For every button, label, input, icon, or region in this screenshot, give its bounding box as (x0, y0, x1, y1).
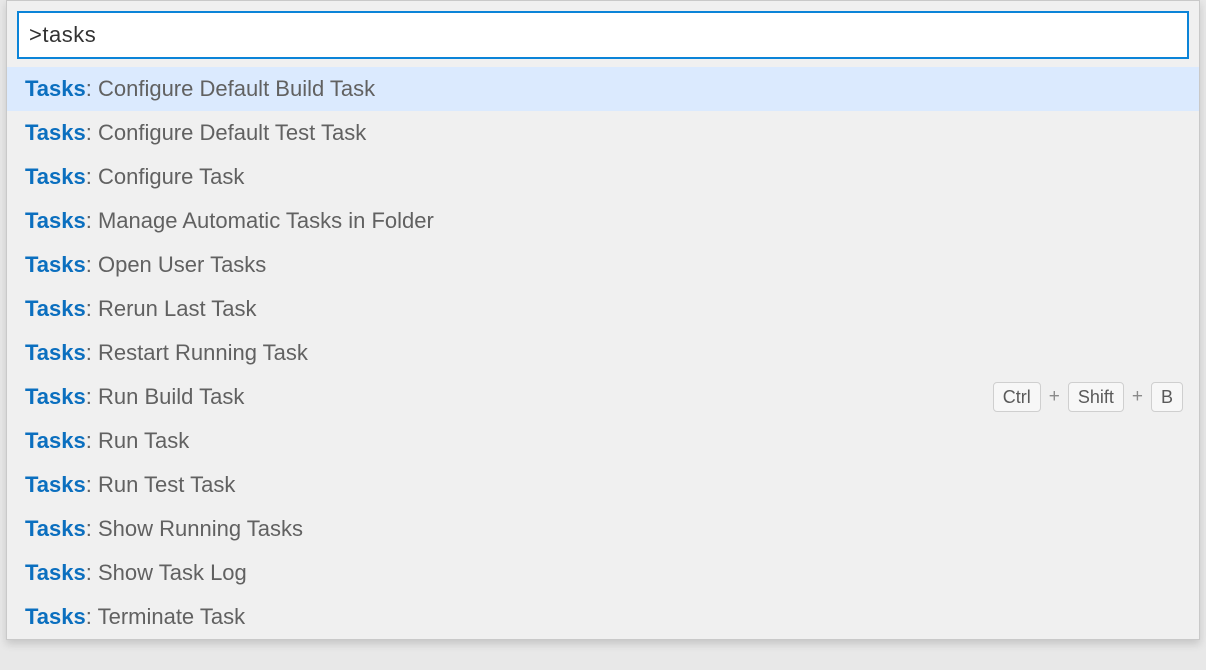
command-item-category: Tasks (25, 340, 86, 365)
command-item-label: Tasks: Manage Automatic Tasks in Folder (25, 208, 434, 234)
command-item-category: Tasks (25, 384, 86, 409)
keybinding-key: Shift (1068, 382, 1124, 412)
command-item-name: : Terminate Task (86, 604, 245, 629)
keybinding: Ctrl + Shift + B (993, 382, 1183, 412)
command-item-category: Tasks (25, 428, 86, 453)
command-item[interactable]: Tasks: Restart Running Task (7, 331, 1199, 375)
keybinding-key: B (1151, 382, 1183, 412)
command-input-wrapper (7, 1, 1199, 67)
command-item[interactable]: Tasks: Show Task Log (7, 551, 1199, 595)
command-item-category: Tasks (25, 604, 86, 629)
command-item-category: Tasks (25, 560, 86, 585)
command-item-label: Tasks: Terminate Task (25, 604, 245, 630)
command-results-list: Tasks: Configure Default Build TaskTasks… (7, 67, 1199, 639)
command-item-label: Tasks: Restart Running Task (25, 340, 308, 366)
command-item-category: Tasks (25, 296, 86, 321)
command-item[interactable]: Tasks: Open User Tasks (7, 243, 1199, 287)
command-item-name: : Restart Running Task (86, 340, 308, 365)
command-item-name: : Configure Default Test Task (86, 120, 366, 145)
keybinding-separator: + (1049, 386, 1060, 408)
command-item-name: : Show Running Tasks (86, 516, 303, 541)
keybinding-separator: + (1132, 386, 1143, 408)
command-item-label: Tasks: Show Running Tasks (25, 516, 303, 542)
command-input[interactable] (17, 11, 1189, 59)
command-item[interactable]: Tasks: Manage Automatic Tasks in Folder (7, 199, 1199, 243)
command-item-name: : Configure Default Build Task (86, 76, 375, 101)
command-item[interactable]: Tasks: Run Task (7, 419, 1199, 463)
command-item-category: Tasks (25, 76, 86, 101)
command-item[interactable]: Tasks: Configure Default Test Task (7, 111, 1199, 155)
command-item-name: : Show Task Log (86, 560, 247, 585)
command-item-category: Tasks (25, 164, 86, 189)
command-item-category: Tasks (25, 208, 86, 233)
command-item-label: Tasks: Run Test Task (25, 472, 235, 498)
command-item-category: Tasks (25, 472, 86, 497)
command-item-name: : Configure Task (86, 164, 245, 189)
command-item-label: Tasks: Run Build Task (25, 384, 244, 410)
command-item-category: Tasks (25, 516, 86, 541)
command-item-label: Tasks: Open User Tasks (25, 252, 266, 278)
command-item-name: : Rerun Last Task (86, 296, 257, 321)
command-item[interactable]: Tasks: Configure Default Build Task (7, 67, 1199, 111)
command-item-name: : Open User Tasks (86, 252, 267, 277)
command-item-category: Tasks (25, 120, 86, 145)
command-item[interactable]: Tasks: Run Test Task (7, 463, 1199, 507)
keybinding-key: Ctrl (993, 382, 1041, 412)
command-item-label: Tasks: Configure Default Build Task (25, 76, 375, 102)
command-item-name: : Run Task (86, 428, 190, 453)
command-item-name: : Manage Automatic Tasks in Folder (86, 208, 434, 233)
command-item[interactable]: Tasks: Rerun Last Task (7, 287, 1199, 331)
command-item[interactable]: Tasks: Configure Task (7, 155, 1199, 199)
command-item-label: Tasks: Rerun Last Task (25, 296, 257, 322)
command-item-category: Tasks (25, 252, 86, 277)
command-item-label: Tasks: Configure Task (25, 164, 244, 190)
command-item[interactable]: Tasks: Run Build Task Ctrl + Shift + B (7, 375, 1199, 419)
command-item[interactable]: Tasks: Terminate Task (7, 595, 1199, 639)
command-item[interactable]: Tasks: Show Running Tasks (7, 507, 1199, 551)
command-item-label: Tasks: Show Task Log (25, 560, 247, 586)
command-item-name: : Run Build Task (86, 384, 245, 409)
command-palette: Tasks: Configure Default Build TaskTasks… (6, 0, 1200, 640)
command-item-name: : Run Test Task (86, 472, 236, 497)
command-item-label: Tasks: Configure Default Test Task (25, 120, 366, 146)
command-item-label: Tasks: Run Task (25, 428, 189, 454)
